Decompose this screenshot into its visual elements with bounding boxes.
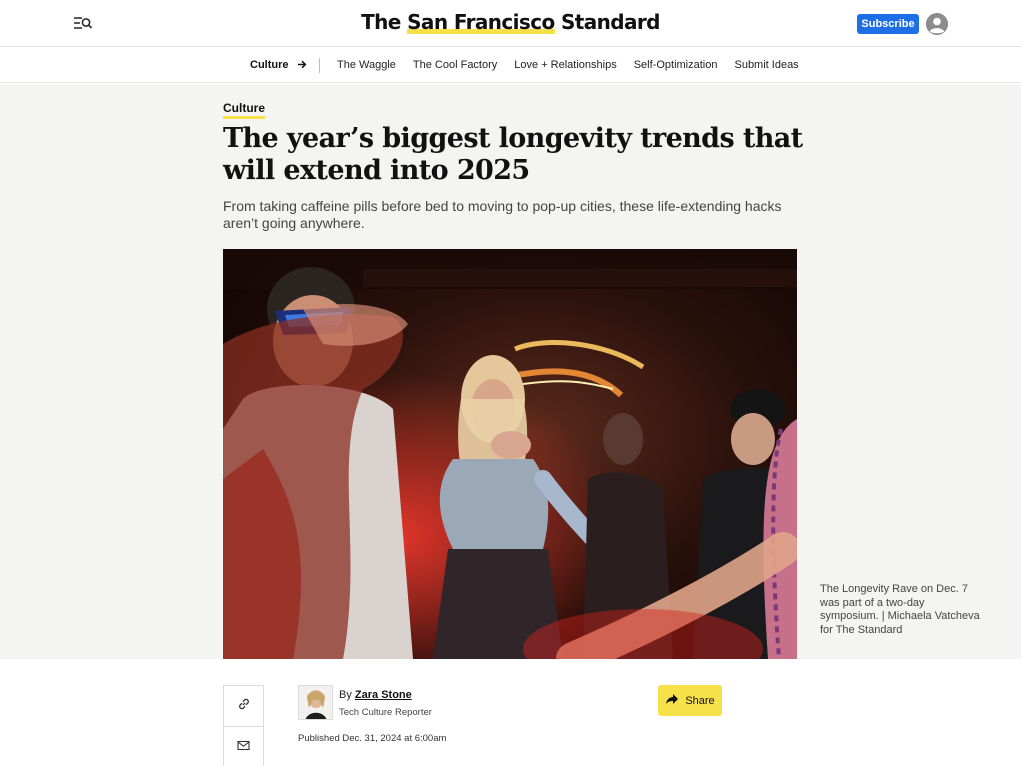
subnav-link-the-waggle[interactable]: The Waggle [337, 59, 396, 71]
email-share-button[interactable] [224, 726, 263, 766]
published-date: Published Dec. 31, 2024 at 6:00am [298, 733, 447, 744]
section-link-culture[interactable]: Culture [250, 59, 307, 72]
logo-prefix: The [361, 10, 408, 34]
photo-caption: The Longevity Rave on Dec. 7 was part of… [820, 583, 980, 636]
share-button[interactable]: Share [658, 685, 722, 716]
hero-photo [223, 249, 797, 659]
share-label: Share [685, 694, 715, 707]
author-role: Tech Culture Reporter [339, 707, 432, 718]
subnav-link-submit-ideas[interactable]: Submit Ideas [734, 59, 798, 71]
site-header: The San Francisco Standard Subscribe [0, 0, 1021, 47]
copy-link-button[interactable] [224, 686, 263, 726]
article-headline: The year’s biggest longevity trends that… [223, 123, 803, 186]
byline: By Zara Stone [339, 689, 412, 701]
article-dek: From taking caffeine pills before bed to… [223, 198, 782, 231]
mail-icon [237, 738, 250, 756]
nav-divider [319, 58, 320, 73]
section-nav: Culture The Waggle The Cool Factory Love… [0, 48, 1021, 83]
subscribe-button[interactable]: Subscribe [857, 14, 919, 34]
byline-prefix: By [339, 689, 352, 701]
subnav-link-the-cool-factory[interactable]: The Cool Factory [413, 59, 497, 71]
article-category[interactable]: Culture [223, 101, 265, 119]
subnav-links: The Waggle The Cool Factory Love + Relat… [337, 59, 799, 71]
user-icon[interactable] [926, 13, 948, 35]
subnav-link-love-relationships[interactable]: Love + Relationships [514, 59, 616, 71]
author-name-link[interactable]: Zara Stone [355, 689, 412, 701]
arrow-right-icon [297, 60, 307, 72]
share-rail [223, 685, 264, 766]
logo-highlight: San Francisco [407, 10, 555, 34]
author-avatar[interactable] [298, 685, 333, 720]
logo-suffix: Standard [554, 10, 661, 34]
link-icon [237, 697, 251, 716]
subnav-link-self-optimization[interactable]: Self-Optimization [634, 59, 718, 71]
section-label: Culture [250, 59, 289, 71]
share-arrow-icon [665, 693, 679, 708]
